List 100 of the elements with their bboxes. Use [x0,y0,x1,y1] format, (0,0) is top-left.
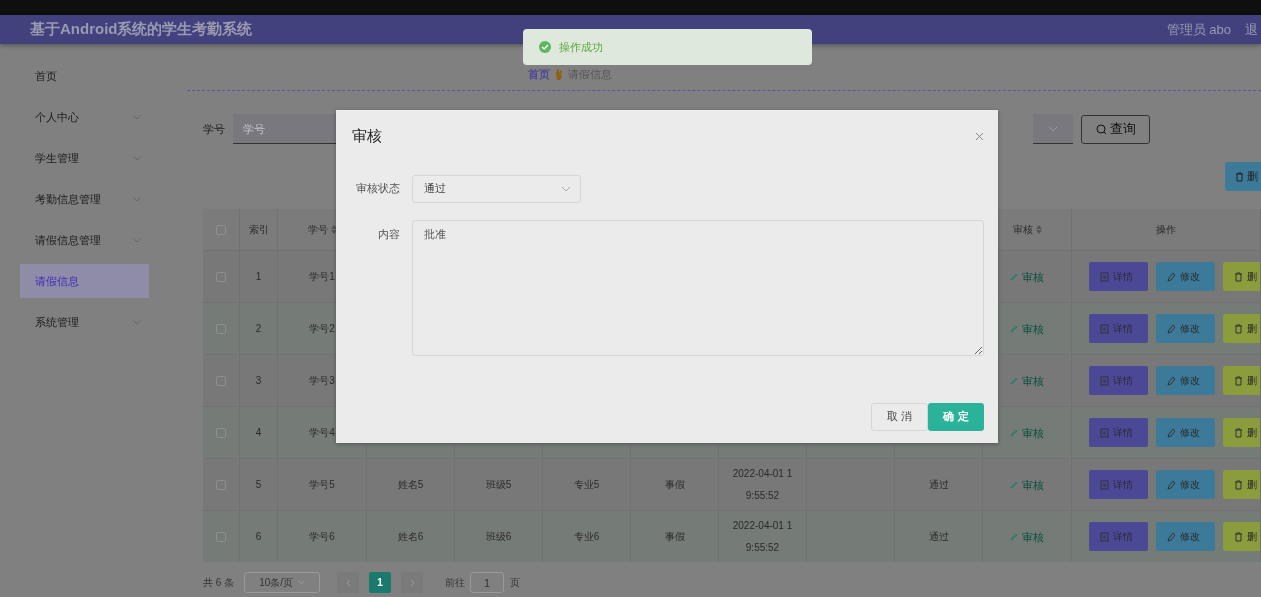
delete-button[interactable]: 删 [1223,366,1260,395]
content-textarea[interactable]: 批准 [412,219,984,356]
next-page-button[interactable] [401,572,424,593]
status-select[interactable]: 通过 [412,174,581,203]
table-cell-text: 1 [255,269,262,284]
pencil-icon [1167,427,1176,438]
breadcrumb-link[interactable]: 首页 [528,65,550,83]
table-cell-text: 专业5 [573,477,600,492]
sidebar-item[interactable]: 个人中心 [20,100,149,134]
review-link[interactable]: 审核 [1022,525,1044,548]
document-icon [1100,427,1109,438]
delete-button[interactable]: 删 [1223,470,1260,499]
document-icon [1100,531,1109,542]
delete-button[interactable]: 删 [1223,418,1260,447]
chevron-down-icon [561,185,571,192]
logout-link[interactable]: 退 [1245,19,1261,40]
table-cell-text: 学号4 [309,425,335,440]
page-size-select[interactable]: 10条/页 [244,572,321,593]
column-header[interactable]: 学号 [307,222,328,237]
toast-message: 操作成功 [559,39,603,55]
sidebar-item[interactable]: 学生管理 [20,141,149,175]
field-label: 学号 [203,121,226,137]
pencil-icon [1010,324,1018,333]
pencil-icon [1010,376,1018,385]
review-link[interactable]: 审核 [1022,317,1044,340]
select-field[interactable] [1033,114,1073,144]
dialog-title: 审核 [352,126,382,146]
pencil-icon [1167,323,1176,334]
table-cell-text: 2022-04-01 19:55:52 [731,466,794,503]
close-icon[interactable] [975,131,984,141]
table-cell-text: 6 [255,529,262,544]
app-title: 基于Android系统的学生考勤系统 [30,19,253,40]
prev-page-button[interactable] [337,572,360,593]
delete-button[interactable]: 删 [1225,162,1261,191]
table-cell-text: 5 [255,477,262,492]
table-cell-text: 事假 [664,477,685,492]
table-cell-text: 学号1 [309,269,335,284]
sidebar-item[interactable]: 系统管理 [20,305,149,339]
sidebar-item[interactable]: 首页 [20,59,149,93]
pencil-icon [1010,532,1018,541]
user-name: 管理员 abo [1166,20,1231,39]
page-input[interactable]: 1 [470,572,505,593]
sidebar-item[interactable]: 考勤信息管理 [20,182,149,216]
search-icon [1095,123,1107,135]
detail-button[interactable]: 详情 [1089,366,1148,395]
search-button[interactable]: 查询 [1081,114,1150,144]
trash-icon [1234,427,1243,438]
detail-button[interactable]: 详情 [1089,262,1148,291]
edit-button[interactable]: 修改 [1156,470,1215,499]
review-link[interactable]: 审核 [1022,369,1044,392]
delete-button[interactable]: 删 [1223,314,1260,343]
total-count: 共 6 条 [203,576,235,590]
checkbox[interactable] [216,323,226,334]
edit-button[interactable]: 修改 [1156,366,1215,395]
table-cell-text: 通过 [928,477,949,492]
page-button[interactable]: 1 [369,572,392,593]
detail-button[interactable]: 详情 [1089,314,1148,343]
checkbox[interactable] [216,427,226,438]
document-icon [1100,375,1109,386]
field-label: 审核状态 [355,181,400,197]
document-icon [1100,323,1109,334]
document-icon [1100,271,1109,282]
detail-button[interactable]: 详情 [1089,418,1148,447]
edit-button[interactable]: 修改 [1156,314,1215,343]
review-link[interactable]: 审核 [1022,265,1044,288]
goto-label: 前往 [445,576,466,590]
page-label: 页 [510,576,521,590]
delete-button[interactable]: 删 [1223,262,1260,291]
pencil-icon [1167,271,1176,282]
field-label: 内容 [377,226,400,242]
chevron-down-icon [1048,125,1058,132]
pencil-icon [1010,428,1018,437]
trash-icon [1234,531,1243,542]
sidebar-item[interactable]: 请假信息 [20,264,149,298]
column-header[interactable]: 审核 [1012,222,1033,237]
table-cell-text: 班级6 [485,529,512,544]
detail-button[interactable]: 详情 [1089,470,1148,499]
document-icon [1100,479,1109,490]
checkbox[interactable] [216,531,226,542]
detail-button[interactable]: 详情 [1089,522,1148,551]
review-link[interactable]: 审核 [1022,421,1044,444]
edit-button[interactable]: 修改 [1156,522,1215,551]
review-link[interactable]: 审核 [1022,473,1044,496]
column-header: 操作 [1156,223,1176,237]
trash-icon [1235,171,1244,182]
table-cell-text: 专业6 [573,529,600,544]
sidebar-item[interactable]: 请假信息管理 [20,223,149,257]
table-cell-text: 姓名6 [397,529,424,544]
pencil-icon [1167,531,1176,542]
edit-button[interactable]: 修改 [1156,262,1215,291]
check-circle-icon [539,41,551,53]
table-cell-text: 学号3 [309,373,335,388]
table-cell-text: 姓名5 [397,477,424,492]
delete-button[interactable]: 删 [1223,522,1260,551]
confirm-button[interactable]: 确 定 [928,402,984,431]
column-header: 索引 [248,223,269,237]
edit-button[interactable]: 修改 [1156,418,1215,447]
table-cell-text: 学号2 [309,321,335,336]
trash-icon [1234,479,1243,490]
trash-icon [1234,323,1243,334]
